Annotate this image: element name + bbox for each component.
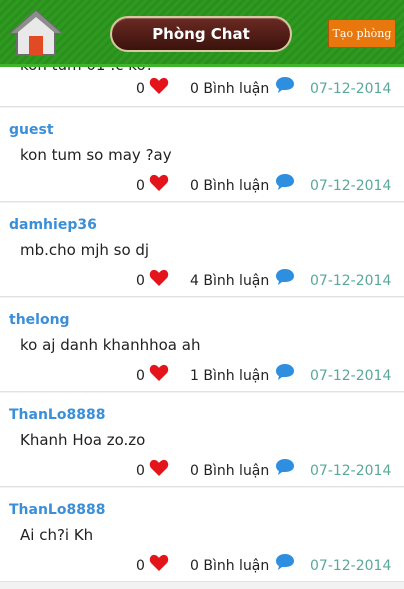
post-date: 07-12-2014 (310, 368, 392, 384)
post-message: Ai ch?i Kh (20, 526, 94, 544)
chat-room-screen: kon tum 01 :c ko? 0 0 Bình luận 07-12-20… (0, 0, 404, 589)
like-count: 0 (136, 463, 145, 479)
like-count: 0 (136, 81, 145, 97)
post-message: Khanh Hoa zo.zo (20, 431, 146, 449)
heart-icon[interactable] (149, 554, 169, 572)
comment-bubble-icon[interactable] (275, 76, 295, 94)
post-date: 07-12-2014 (310, 178, 392, 194)
post-list[interactable]: kon tum 01 :c ko? 0 0 Bình luận 07-12-20… (0, 36, 404, 583)
comment-bubble-icon[interactable] (275, 173, 295, 191)
home-icon[interactable] (9, 9, 63, 57)
heart-icon[interactable] (149, 459, 169, 477)
post-message: ko aj danh khanhhoa ah (20, 336, 201, 354)
post-date: 07-12-2014 (310, 558, 392, 574)
list-item[interactable]: damhiep36 mb.cho mjh so dj 0 4 Bình luận… (0, 203, 404, 297)
post-author[interactable]: ThanLo8888 (9, 502, 105, 518)
like-count: 0 (136, 273, 145, 289)
post-author[interactable]: ThanLo8888 (9, 407, 105, 423)
create-room-button[interactable]: Tạo phòng (328, 19, 396, 48)
like-count: 0 (136, 178, 145, 194)
post-message: mb.cho mjh so dj (20, 241, 150, 259)
comment-count[interactable]: 1 Bình luận (190, 368, 269, 384)
list-item[interactable]: ThanLo8888 Khanh Hoa zo.zo 0 0 Bình luận… (0, 393, 404, 487)
like-count: 0 (136, 558, 145, 574)
list-item[interactable]: guest kon tum so may ?ay 0 0 Bình luận 0… (0, 108, 404, 202)
comment-bubble-icon[interactable] (275, 458, 295, 476)
post-author[interactable]: damhiep36 (9, 217, 97, 233)
list-item[interactable]: thelong ko aj danh khanhhoa ah 0 1 Bình … (0, 298, 404, 392)
list-item[interactable]: ThanLo8888 Ai ch?i Kh 0 0 Bình luận 07-1… (0, 488, 404, 582)
post-author[interactable]: thelong (9, 312, 70, 328)
comment-count[interactable]: 4 Bình luận (190, 273, 269, 289)
comment-count[interactable]: 0 Bình luận (190, 558, 269, 574)
comment-count[interactable]: 0 Bình luận (190, 81, 269, 97)
post-message: kon tum so may ?ay (20, 146, 172, 164)
post-date: 07-12-2014 (310, 273, 392, 289)
like-count: 0 (136, 368, 145, 384)
comment-count[interactable]: 0 Bình luận (190, 178, 269, 194)
app-header: Phòng Chat Tạo phòng (0, 0, 404, 67)
post-date: 07-12-2014 (310, 81, 392, 97)
heart-icon[interactable] (149, 174, 169, 192)
post-date: 07-12-2014 (310, 463, 392, 479)
heart-icon[interactable] (149, 77, 169, 95)
comment-bubble-icon[interactable] (275, 363, 295, 381)
comment-bubble-icon[interactable] (275, 268, 295, 286)
heart-icon[interactable] (149, 364, 169, 382)
comment-bubble-icon[interactable] (275, 553, 295, 571)
heart-icon[interactable] (149, 269, 169, 287)
comment-count[interactable]: 0 Bình luận (190, 463, 269, 479)
page-title: Phòng Chat (110, 16, 292, 52)
post-author[interactable]: guest (9, 122, 54, 138)
